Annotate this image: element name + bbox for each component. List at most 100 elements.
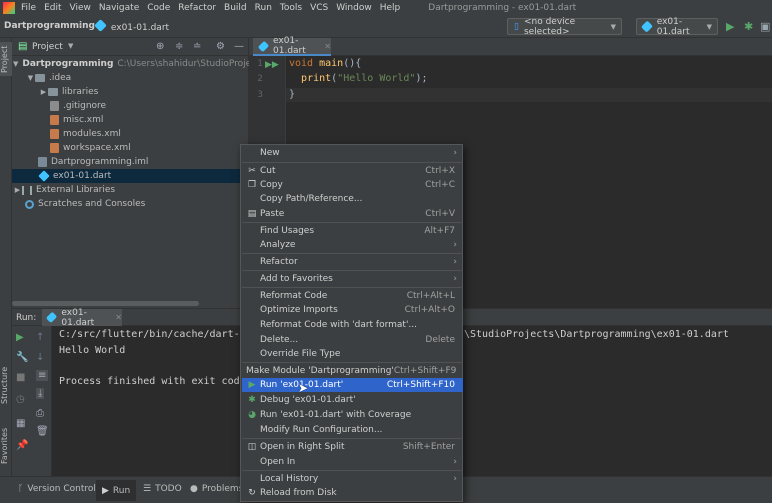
todo-tab[interactable]: ☰ TODO — [143, 484, 182, 494]
console-line-2: Hello World — [59, 345, 126, 356]
menu-navigate[interactable]: Navigate — [99, 3, 139, 13]
tree-item-gitignore[interactable]: .gitignore — [12, 99, 249, 113]
trash-icon[interactable]: 🗑 — [36, 426, 49, 437]
menu-window[interactable]: Window — [336, 3, 372, 13]
menu-item-open-in-right-split[interactable]: ◫ Open in Right Split Shift+Enter — [242, 440, 463, 454]
run-tab-ex01-01-dart[interactable]: ex01-01.dart ✕ — [42, 307, 122, 328]
run-icon[interactable]: ▶ — [726, 20, 734, 33]
run-tool-tab[interactable]: ▶ Run — [96, 480, 137, 501]
chevron-down-icon[interactable]: ▼ — [68, 42, 73, 50]
menu-file[interactable]: File — [21, 3, 36, 13]
menu-build[interactable]: Build — [224, 3, 247, 13]
menu-item-reformat-code[interactable]: Reformat Code Ctrl+Alt+L — [242, 289, 463, 303]
camera-icon[interactable]: ◷ — [16, 394, 25, 405]
structure-tool-tab[interactable]: Structure — [0, 360, 12, 410]
menu-item-paste[interactable]: ▤ Paste Ctrl+V — [242, 207, 463, 221]
menu-item-override-file-type[interactable]: Override File Type — [242, 347, 463, 361]
tree-item-dartprogramming-iml[interactable]: Dartprogramming.iml — [12, 155, 249, 169]
menu-item-reformat-dart-format[interactable]: Reformat Code with 'dart format'... — [242, 318, 463, 332]
menu-edit[interactable]: Edit — [44, 3, 61, 13]
menu-item-label: Reload from Disk — [260, 488, 337, 498]
menu-item-refactor[interactable]: Refactor › — [242, 255, 463, 269]
menu-item-make-module[interactable]: Make Module 'Dartprogramming' Ctrl+Shift… — [242, 364, 463, 378]
close-icon[interactable]: ✕ — [115, 313, 122, 322]
locate-icon[interactable]: ⊕ — [156, 41, 164, 52]
tree-item-idea[interactable]: ▼ .idea — [12, 71, 249, 85]
menu-help[interactable]: Help — [380, 3, 401, 13]
project-tool-tab[interactable]: Project — [0, 42, 12, 76]
menu-item-run[interactable]: ▶ Run 'ex01-01.dart' Ctrl+Shift+F10 — [242, 378, 463, 392]
menu-view[interactable]: View — [70, 3, 91, 13]
tree-item-libraries[interactable]: ▶ libraries — [12, 85, 249, 99]
editor-tab-ex01-01-dart[interactable]: ex01-01.dart ✕ — [253, 36, 331, 56]
layout-icon[interactable]: ▦ — [16, 418, 25, 429]
menu-run[interactable]: Run — [255, 3, 272, 13]
up-arrow-icon[interactable]: ↑ — [36, 332, 44, 343]
left-tool-strip: Project Structure Favorites — [0, 38, 12, 476]
menu-item-open-in[interactable]: Open In › — [242, 455, 463, 469]
menu-item-label: Refactor — [260, 257, 298, 267]
problems-tab[interactable]: ● Problems — [190, 484, 243, 494]
run-tab-label: ex01-01.dart — [61, 307, 95, 328]
menu-item-reload-from-disk[interactable]: ↻ Reload from Disk — [242, 486, 463, 500]
tree-item-label: .idea — [49, 73, 72, 83]
menu-tools[interactable]: Tools — [280, 3, 302, 13]
tree-item-misc-xml[interactable]: misc.xml — [12, 113, 249, 127]
project-view-selector[interactable]: Project — [32, 42, 63, 52]
tree-item-modules-xml[interactable]: modules.xml — [12, 127, 249, 141]
menu-item-local-history[interactable]: Local History › — [242, 472, 463, 486]
tree-item-scratches[interactable]: Scratches and Consoles — [12, 197, 249, 211]
folder-icon — [48, 88, 58, 96]
scroll-to-end-icon[interactable]: ⤓ — [36, 388, 45, 399]
hide-panel-icon[interactable]: — — [234, 41, 244, 52]
project-panel: ▤ Project ▼ ⊕ ≑ ≐ ⚙ — ▼ Dartprogramming … — [12, 38, 249, 308]
tree-item-ex01-01-dart[interactable]: ex01-01.dart — [12, 169, 249, 183]
breadcrumb-file[interactable]: ex01-01.dart — [94, 19, 169, 33]
menu-item-run-with-coverage[interactable]: ◕ Run 'ex01-01.dart' with Coverage — [242, 408, 463, 422]
menu-item-find-usages[interactable]: Find Usages Alt+F7 — [242, 224, 463, 238]
down-arrow-icon[interactable]: ↓ — [36, 352, 44, 363]
print-icon[interactable]: ⎙ — [36, 408, 44, 419]
stop-icon[interactable]: ■ — [16, 372, 25, 383]
menu-item-new[interactable]: New › — [242, 146, 463, 160]
menu-item-analyze[interactable]: Analyze › — [242, 238, 463, 252]
code-line-1: void main(){ — [289, 58, 361, 69]
menu-item-add-to-favorites[interactable]: Add to Favorites › — [242, 272, 463, 286]
gutter-run-icon[interactable]: ▶▶ — [265, 60, 279, 70]
horizontal-scrollbar[interactable] — [12, 301, 199, 306]
menu-item-copy[interactable]: ❐ Copy Ctrl+C — [242, 178, 463, 192]
menu-item-debug[interactable]: ✱ Debug 'ex01-01.dart' — [242, 393, 463, 407]
menu-vcs[interactable]: VCS — [310, 3, 328, 13]
pin-icon[interactable]: 📌 — [16, 440, 28, 451]
gear-icon[interactable]: ⚙ — [216, 41, 225, 52]
menu-item-cut[interactable]: ✂ Cut Ctrl+X — [242, 164, 463, 178]
soft-wrap-icon[interactable]: ≡ — [36, 370, 49, 381]
collapse-all-icon[interactable]: ≐ — [193, 41, 201, 52]
expand-all-icon[interactable]: ≑ — [175, 41, 183, 52]
tree-item-label: Scratches and Consoles — [38, 199, 146, 209]
menu-item-modify-run-configuration[interactable]: Modify Run Configuration... — [242, 423, 463, 437]
favorites-tool-tab[interactable]: Favorites — [0, 423, 12, 468]
device-manager-icon[interactable]: ▣ — [760, 20, 770, 33]
menu-item-copy-path[interactable]: Copy Path/Reference... — [242, 192, 463, 206]
xml-file-icon — [50, 115, 59, 125]
run-tool-label: Run — [112, 485, 131, 496]
menu-code[interactable]: Code — [147, 3, 170, 13]
branch-icon: ᚴ — [18, 484, 24, 494]
debug-icon[interactable]: ✱ — [744, 20, 753, 33]
wrench-icon[interactable]: 🔧 — [16, 352, 28, 363]
tree-item-dartprogramming[interactable]: ▼ Dartprogramming C:\Users\shahidur\Stud… — [12, 57, 249, 71]
menu-refactor[interactable]: Refactor — [178, 3, 216, 13]
menu-item-optimize-imports[interactable]: Optimize Imports Ctrl+Alt+O — [242, 303, 463, 317]
menu-item-delete[interactable]: Delete... Delete — [242, 333, 463, 347]
info-icon: ● — [190, 484, 198, 494]
tree-item-external-libraries[interactable]: ▶ External Libraries — [12, 183, 249, 197]
tree-item-workspace-xml[interactable]: workspace.xml — [12, 141, 249, 155]
device-selector[interactable]: ▯ <no device selected> ▼ — [507, 17, 622, 37]
menu-separator — [242, 287, 463, 288]
rerun-icon[interactable]: ▶ — [16, 332, 24, 343]
version-control-tab[interactable]: ᚴ Version Control — [18, 484, 96, 494]
run-configuration-selector[interactable]: ex01-01.dart ▼ — [636, 17, 718, 37]
run-icon: ▶ — [248, 380, 256, 390]
close-icon[interactable]: ✕ — [324, 42, 331, 51]
